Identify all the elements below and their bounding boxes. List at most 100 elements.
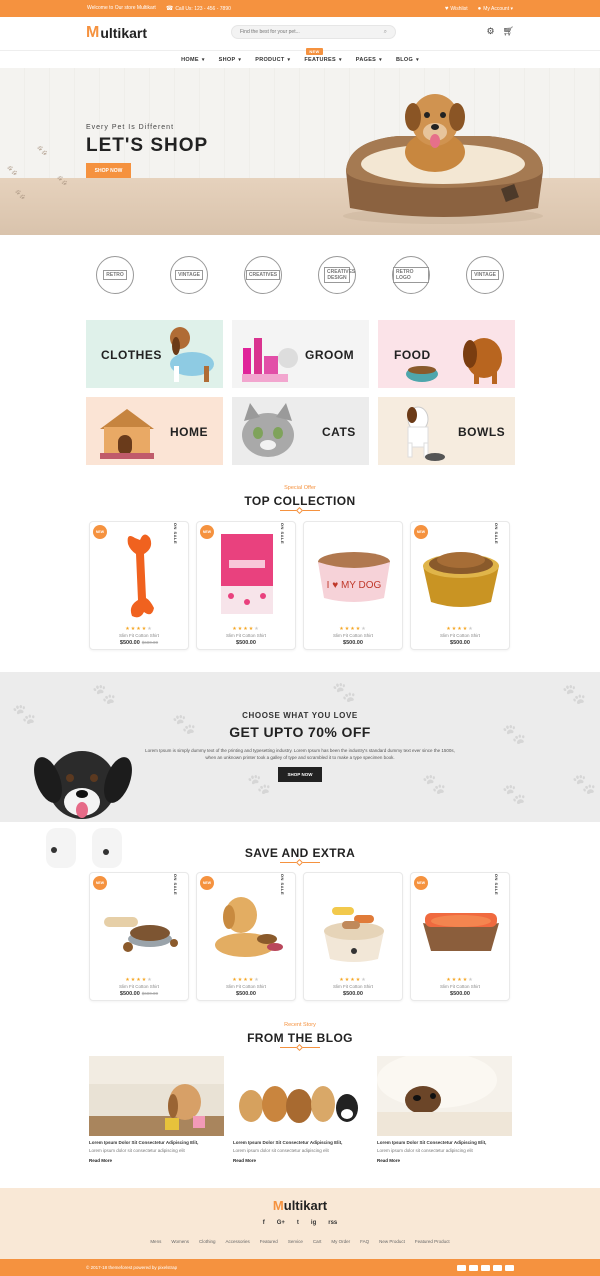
read-more-link[interactable]: Read More [233,1158,368,1163]
facebook-icon[interactable]: f [263,1220,265,1226]
rating-stars: ★★★★★ [125,626,153,632]
rating-stars: ★★★★★ [339,626,367,632]
cart-icon[interactable]: 🛒︎ [503,26,514,37]
grooming-products-image [242,338,298,382]
product-card[interactable]: NEW ON SALE ★★★★★ Slim Fit Cotton Shirt … [89,521,189,650]
svg-text:I ♥ MY DOG: I ♥ MY DOG [327,580,382,591]
main-nav: HOME ▾ SHOP ▾ PRODUCT ▾ NEW FEATURES ▾ PAGES ▾… [0,48,600,68]
promo-text: Lorem Ipsum is simply dummy text of the … [145,748,455,760]
brand-logo[interactable]: VINTAGE [170,256,208,294]
footer-link[interactable]: Accessories [226,1239,250,1244]
blog-post[interactable]: Lorem Ipsum Dolor Sit Consectetur Adipis… [377,1056,512,1163]
nav-home-label: HOME [181,56,199,63]
search-input[interactable] [240,29,380,35]
nav-blog-label: BLOG [395,56,414,63]
product-name: Slim Fit Cotton Shirt [225,633,266,638]
category-home[interactable]: HOME [86,397,223,465]
product-card[interactable]: NEW ON SALE ★★★★★ Slim Fit Cotton Shirt … [410,872,510,1001]
price-current: $500.00 [450,991,470,997]
section-subtitle: Recent Story [284,1022,316,1028]
price-current: $500.00 [343,640,363,646]
paw-icon: 🐾︎ [56,176,69,187]
price-current: $500.00 [119,991,140,997]
logo-mark: M [86,24,100,41]
nav-product-label: PRODUCT [255,56,285,63]
brand-logo-text: RETRO LOGO [393,267,429,283]
nav-pages[interactable]: PAGES ▾ [349,51,389,68]
new-badge: NEW [306,48,323,55]
google-plus-icon[interactable]: G+ [277,1220,285,1226]
product-price: $500.00 [197,991,295,997]
read-more-link[interactable]: Read More [377,1158,512,1163]
divider-diamond-icon [295,858,304,867]
category-clothes[interactable]: CLOTHES [86,320,223,388]
rss-icon[interactable]: rss [328,1220,337,1226]
dog-bowl-image [407,406,445,461]
footer-link[interactable]: FAQ [360,1239,369,1244]
search-icon[interactable]: ⌕ [384,29,387,36]
product-price: $500.00 [304,640,402,646]
read-more-link[interactable]: Read More [89,1158,224,1163]
footer-link[interactable]: Clothing [199,1239,216,1244]
footer-link[interactable]: New Product [379,1239,405,1244]
category-cats[interactable]: CATS [232,397,369,465]
kibble-bowl-image [423,552,499,607]
nav-features[interactable]: NEW FEATURES ▾ [297,48,348,68]
paw-icon: 🐾︎ [560,682,588,707]
product-card[interactable]: NEW ON SALE ★★★★★ Slim Fit Cotton Shirt … [410,521,510,650]
brand-logo-text: VINTAGE [471,270,499,280]
instagram-icon[interactable]: ig [311,1220,316,1226]
dog-house-image [100,409,154,459]
copyright-text: © 2017-18 themeforest powered by pixelst… [86,1265,178,1270]
blog-image [89,1056,224,1136]
footer-logo-text: ultikart [283,1198,328,1213]
product-card[interactable]: ★★★★★ Slim Fit Cotton Shirt $500.00 [303,872,403,1001]
product-price: $500.00 $600.00 [90,640,188,646]
brand-logo[interactable]: VINTAGE [466,256,504,294]
twitter-icon[interactable]: t [297,1220,299,1226]
nav-shop[interactable]: SHOP ▾ [212,51,249,68]
wishlist-link[interactable]: ♥ Wishlist [445,6,468,12]
footer-link[interactable]: Mens [150,1239,161,1244]
footer-link[interactable]: Womens [171,1239,189,1244]
treats-bowl-image [104,917,178,952]
brand-logo[interactable]: RETRO [96,256,134,294]
section-title: FROM THE BLOG [247,1031,353,1045]
nav-home[interactable]: HOME ▾ [174,51,212,68]
account-link[interactable]: ● My Account ▾ [478,6,513,12]
brand-logo[interactable]: CREATIVES DESIGN [318,256,356,294]
logo[interactable]: Multikart [86,24,147,42]
footer-link[interactable]: Featured [260,1239,278,1244]
footer-link[interactable]: Cart [313,1239,322,1244]
blog-post[interactable]: Lorem Ipsum Dolor Sit Consectetur Adipis… [89,1056,224,1163]
footer-link[interactable]: Featured Product [415,1239,450,1244]
product-name: Slim Fit Cotton Shirt [118,984,159,989]
search-box: ⌕ [231,25,396,39]
dog-blanket-image [377,1056,512,1136]
nav-product[interactable]: PRODUCT ▾ [248,51,297,68]
product-card[interactable]: NEW ON SALE ★★★★★ Slim Fit Cotton Shirt … [89,872,189,1001]
blog-post[interactable]: Lorem Ipsum Dolor Sit Consectetur Adipis… [233,1056,368,1163]
product-card[interactable]: NEW ON SALE ★★★★★ Slim Fit Cotton Shirt … [196,872,296,1001]
brand-logo[interactable]: RETRO LOGO [392,256,430,294]
phone-text: Call Us: 123 - 456 - 7890 [175,6,231,12]
settings-icon[interactable]: ⚙ [486,26,494,37]
paw-icon: 🐾︎ [6,166,19,177]
footer-link[interactable]: My Order [331,1239,350,1244]
category-food[interactable]: FOOD [378,320,515,388]
footer-link[interactable]: Service [288,1239,303,1244]
blog-post-text: Lorem ipsum dolor sit consectetur adipis… [89,1148,185,1153]
brand-logo[interactable]: CREATIVES [244,256,282,294]
footer-logo[interactable]: Multikart [0,1198,600,1213]
shop-now-button[interactable]: SHOP NOW [86,163,131,178]
category-bowls[interactable]: BOWLS [378,397,515,465]
nav-blog[interactable]: BLOG ▾ [389,51,426,68]
product-card[interactable]: I ♥ MY DOG ★★★★★ Slim Fit Cotton Shirt $… [303,521,403,650]
product-card[interactable]: NEW ON SALE ★★★★★ Slim Fit Cotton Shirt … [196,521,296,650]
shop-now-button[interactable]: SHOP NOW [278,767,322,782]
category-groom[interactable]: GROOM [232,320,369,388]
logo-text: ultikart [100,25,148,41]
price-old: $600.00 [141,991,159,996]
footer: Multikart f G+ t ig rss Mens Womens Clot… [0,1188,600,1259]
price-current: $500.00 [343,991,363,997]
